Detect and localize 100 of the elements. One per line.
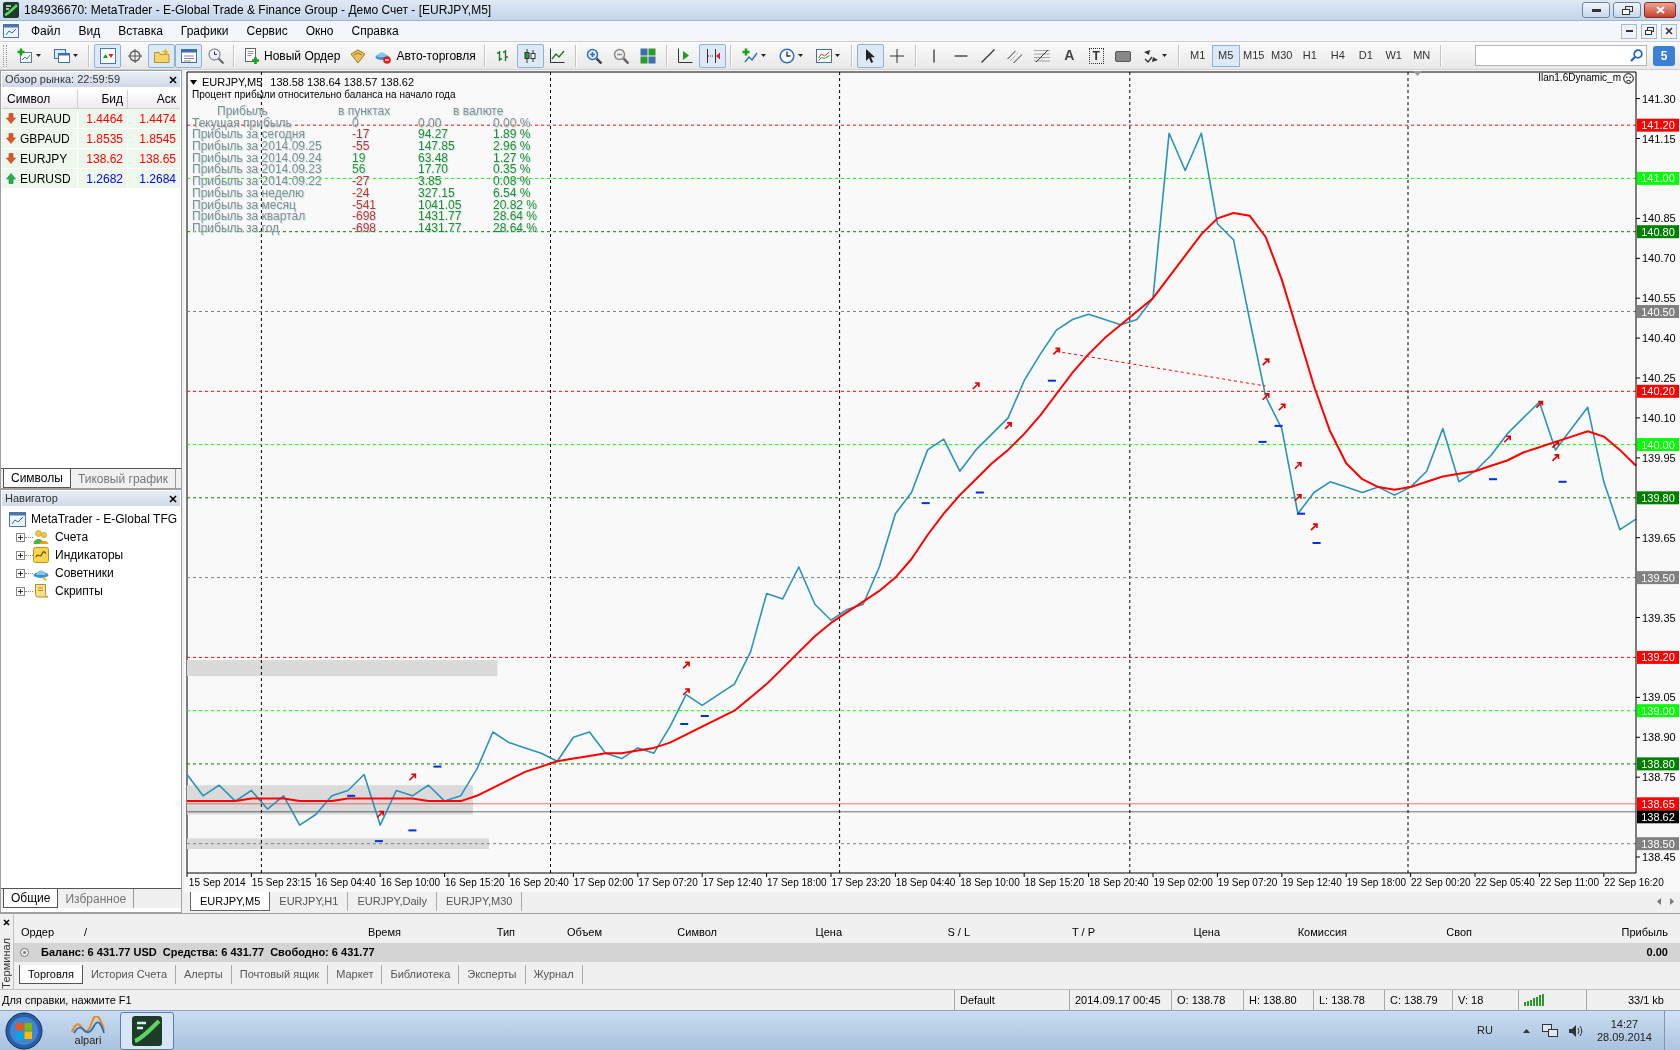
- menu-item[interactable]: Вид: [69, 22, 110, 40]
- caret-icon[interactable]: [835, 54, 841, 57]
- column-header[interactable]: Своп: [1351, 923, 1476, 941]
- fibonacci-icon[interactable]: [1034, 47, 1051, 64]
- timeframe-button[interactable]: H1: [1295, 44, 1324, 67]
- close-icon[interactable]: [169, 75, 177, 84]
- new-chart-icon[interactable]: [16, 47, 33, 64]
- folder-star-button[interactable]: [148, 43, 175, 68]
- text-tool-button[interactable]: A: [1055, 43, 1083, 68]
- close-button[interactable]: [1644, 2, 1676, 18]
- panel-tab[interactable]: Общие: [3, 889, 59, 908]
- sort-indicator[interactable]: /: [84, 923, 88, 941]
- column-header[interactable]: Ордер: [21, 923, 55, 941]
- column-header[interactable]: Аск: [128, 90, 180, 109]
- text-label-tool-button[interactable]: T: [1088, 47, 1104, 64]
- balance-row[interactable]: Баланс: 6 431.77 USD Средства: 6 431.77 Свободно: 6 431.77 0.00: [14, 943, 1680, 962]
- magnifier-clock-icon[interactable]: [207, 47, 224, 64]
- timeframe-button[interactable]: M30: [1267, 44, 1296, 67]
- column-header[interactable]: Символ: [2, 90, 78, 109]
- target-icon[interactable]: [126, 47, 143, 64]
- maximize-button[interactable]: [1613, 2, 1641, 18]
- chart-tab[interactable]: EURJPY,M5: [190, 892, 271, 911]
- tree-item[interactable]: Скрипты: [55, 582, 103, 600]
- menu-item[interactable]: Файл: [22, 22, 70, 40]
- chart-shift-button[interactable]: [698, 43, 726, 68]
- clock-date[interactable]: 28.09.2014: [1596, 1030, 1652, 1044]
- market-watch-row[interactable]: EURUSD 1.2682 1.2684: [2, 169, 180, 189]
- up-triangle-icon[interactable]: [1522, 1028, 1530, 1033]
- right-arrow-icon[interactable]: [1670, 898, 1674, 905]
- column-header[interactable]: Объем: [519, 923, 606, 941]
- terminal-tab[interactable]: Журнал: [525, 965, 583, 984]
- expand-icon[interactable]: [16, 568, 25, 578]
- minimize-button[interactable]: [1582, 2, 1610, 18]
- taskbar-app[interactable]: [120, 1011, 174, 1050]
- search-icon[interactable]: [1630, 49, 1643, 62]
- speaker-icon[interactable]: [1567, 1023, 1583, 1038]
- terminal-tab[interactable]: Алерты: [176, 965, 232, 984]
- caret-icon[interactable]: [761, 54, 767, 57]
- language-indicator[interactable]: RU: [1477, 1022, 1493, 1039]
- window-list-button[interactable]: [175, 43, 202, 68]
- terminal-tab[interactable]: Торговля: [19, 965, 83, 984]
- window-restore-button[interactable]: [1641, 23, 1657, 39]
- chart-tab[interactable]: EURJPY,Daily: [348, 892, 437, 911]
- column-header[interactable]: Бид: [78, 90, 128, 109]
- window-close-button[interactable]: [1661, 23, 1677, 39]
- menu-item[interactable]: Справка: [342, 22, 408, 40]
- timeframe-button[interactable]: D1: [1351, 44, 1380, 67]
- panel-tab[interactable]: Избранное: [58, 889, 135, 908]
- zoom-in-icon[interactable]: [586, 47, 603, 64]
- expand-icon[interactable]: [16, 532, 25, 542]
- plus-chart-icon[interactable]: [742, 47, 759, 64]
- column-header[interactable]: Цена: [721, 923, 846, 941]
- chart-template-icon[interactable]: [816, 47, 833, 64]
- caret-icon[interactable]: [798, 54, 804, 57]
- terminal-tab[interactable]: История Счета: [82, 965, 176, 984]
- terminal-tab[interactable]: Библиотека: [382, 965, 460, 984]
- chart-tab[interactable]: EURJPY,H1: [270, 892, 349, 911]
- book-icon[interactable]: [349, 47, 366, 64]
- tree-item[interactable]: Счета: [55, 528, 89, 546]
- tree-item[interactable]: Советники: [55, 564, 114, 582]
- left-arrow-icon[interactable]: [1657, 898, 1661, 905]
- trendline-icon[interactable]: [980, 47, 997, 64]
- market-watch-row[interactable]: GBPAUD 1.8535 1.8545: [2, 129, 180, 149]
- new-order-button[interactable]: Новый Ордер: [239, 43, 345, 68]
- expand-icon[interactable]: [16, 550, 25, 560]
- close-icon[interactable]: [169, 494, 177, 503]
- windows-stack-icon[interactable]: [53, 47, 70, 64]
- network-icon[interactable]: [1541, 1023, 1558, 1038]
- start-orb-icon[interactable]: [5, 1011, 43, 1050]
- window-minimize-button[interactable]: [1621, 23, 1637, 39]
- arrows-icon[interactable]: [1143, 47, 1160, 64]
- tree-item[interactable]: Индикаторы: [55, 546, 124, 564]
- terminal-tab[interactable]: Почтовый ящик: [231, 965, 329, 984]
- chart-tab[interactable]: EURJPY,M30: [436, 892, 523, 911]
- zoom-out-icon[interactable]: [613, 47, 630, 64]
- column-header[interactable]: Символ: [606, 923, 721, 941]
- candlestick-button[interactable]: [516, 43, 544, 68]
- timeframe-button[interactable]: W1: [1379, 44, 1408, 67]
- tile-windows-icon[interactable]: [640, 47, 657, 64]
- column-header[interactable]: Время: [170, 923, 405, 941]
- clock-icon[interactable]: [779, 47, 796, 64]
- caret-icon[interactable]: [72, 54, 78, 57]
- timeframe-button[interactable]: M15: [1239, 44, 1268, 67]
- caret-icon[interactable]: [35, 54, 41, 57]
- column-header[interactable]: Комиссия: [1224, 923, 1351, 941]
- market-watch-row[interactable]: EURAUD 1.4464 1.4474: [2, 109, 180, 129]
- terminal-tab[interactable]: Эксперты: [459, 965, 526, 984]
- close-icon[interactable]: [3, 919, 10, 926]
- timeframe-button[interactable]: H4: [1323, 44, 1352, 67]
- panel-tab[interactable]: Тиковый график: [70, 469, 177, 488]
- timeframe-button[interactable]: M1: [1183, 44, 1212, 67]
- autoscroll-icon[interactable]: [677, 47, 694, 64]
- line-chart-icon[interactable]: [549, 47, 566, 64]
- clock-time[interactable]: 14:27: [1610, 1017, 1639, 1031]
- panel-tab[interactable]: Символы: [3, 469, 71, 488]
- cursor-button[interactable]: [856, 43, 884, 68]
- tree-item[interactable]: MetaTrader - E-Global TFG: [31, 510, 178, 528]
- timeframe-button[interactable]: M5: [1211, 44, 1240, 67]
- taskbar-app[interactable]: alpari: [61, 1011, 115, 1050]
- price-list-button[interactable]: [94, 43, 121, 68]
